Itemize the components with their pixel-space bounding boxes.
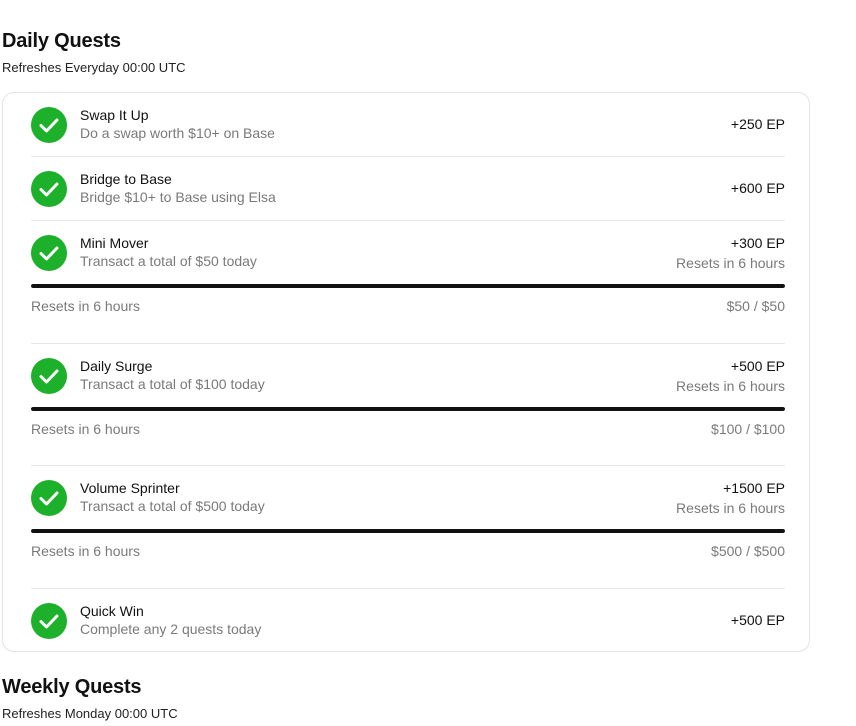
quest-points: +300 EP (730, 235, 785, 251)
quest-description: Complete any 2 quests today (80, 621, 262, 637)
quest-title: Swap It Up (80, 107, 149, 123)
divider (31, 343, 785, 344)
progress-bar-fill (31, 407, 785, 411)
weekly-quests-title: Weekly Quests (2, 676, 142, 698)
check-circle-icon (31, 358, 67, 394)
quest-swap-it-up[interactable]: Swap It Up Do a swap worth $10+ on Base … (31, 107, 785, 147)
quest-mini-mover[interactable]: Mini Mover Transact a total of $50 today… (31, 235, 785, 315)
divider (31, 220, 785, 221)
quest-description: Bridge $10+ to Base using Elsa (80, 189, 276, 205)
quest-reset-timer: Resets in 6 hours (676, 378, 785, 394)
quest-points: +500 EP (730, 612, 785, 628)
weekly-quests-subtitle: Refreshes Monday 00:00 UTC (2, 706, 178, 721)
progress-reset-label: Resets in 6 hours (31, 298, 140, 314)
quest-points: +500 EP (730, 358, 785, 374)
quest-description: Do a swap worth $10+ on Base (80, 125, 275, 141)
progress-value: $50 / $50 (726, 298, 785, 314)
quest-daily-surge[interactable]: Daily Surge Transact a total of $100 tod… (31, 358, 785, 438)
progress-bar (31, 284, 785, 288)
progress-bar (31, 529, 785, 533)
daily-quests-title: Daily Quests (2, 30, 121, 52)
quest-reset-timer: Resets in 6 hours (676, 255, 785, 271)
quest-reset-timer: Resets in 6 hours (676, 500, 785, 516)
check-circle-icon (31, 171, 67, 207)
quest-bridge-to-base[interactable]: Bridge to Base Bridge $10+ to Base using… (31, 171, 785, 211)
check-circle-icon (31, 107, 67, 143)
quest-description: Transact a total of $50 today (80, 253, 257, 269)
divider (31, 588, 785, 589)
daily-quests-card: Swap It Up Do a swap worth $10+ on Base … (2, 92, 810, 652)
quest-points: +250 EP (730, 116, 785, 132)
quest-title: Mini Mover (80, 235, 149, 251)
progress-reset-label: Resets in 6 hours (31, 421, 140, 437)
quest-quick-win[interactable]: Quick Win Complete any 2 quests today +5… (31, 603, 785, 643)
progress-value: $100 / $100 (711, 421, 785, 437)
quest-title: Volume Sprinter (80, 480, 180, 496)
progress-value: $500 / $500 (711, 543, 785, 559)
quest-points: +1500 EP (723, 480, 785, 496)
progress-bar (31, 407, 785, 411)
quest-description: Transact a total of $100 today (80, 376, 265, 392)
quest-points: +600 EP (730, 180, 785, 196)
check-circle-icon (31, 235, 67, 271)
progress-bar-fill (31, 284, 785, 288)
quest-description: Transact a total of $500 today (80, 498, 265, 514)
progress-bar-fill (31, 529, 785, 533)
quest-volume-sprinter[interactable]: Volume Sprinter Transact a total of $500… (31, 480, 785, 560)
daily-quests-subtitle: Refreshes Everyday 00:00 UTC (2, 60, 186, 75)
quest-title: Quick Win (80, 603, 144, 619)
divider (31, 465, 785, 466)
quest-title: Bridge to Base (80, 171, 172, 187)
progress-reset-label: Resets in 6 hours (31, 543, 140, 559)
check-circle-icon (31, 603, 67, 639)
quest-title: Daily Surge (80, 358, 153, 374)
divider (31, 156, 785, 157)
check-circle-icon (31, 480, 67, 516)
